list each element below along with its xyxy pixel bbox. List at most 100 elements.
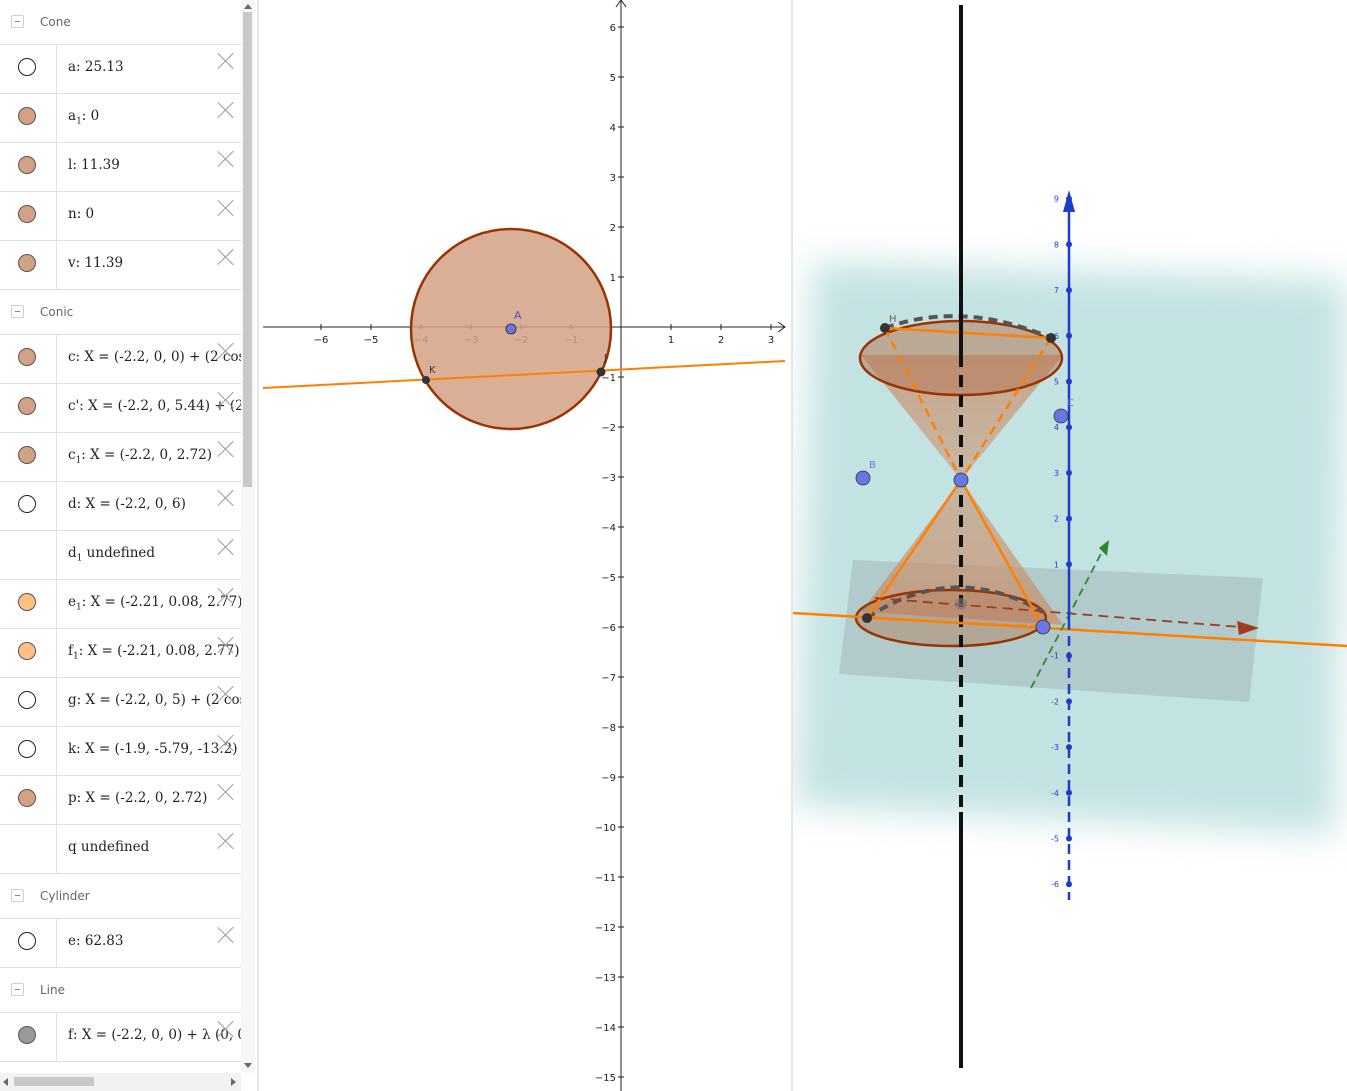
delete-icon[interactable] — [216, 149, 236, 169]
algebra-row-d[interactable]: d: X = (-2.2, 0, 6) — [0, 481, 241, 531]
visibility-toggle-icon[interactable] — [18, 932, 36, 950]
marble-cell — [0, 628, 57, 677]
row-label-name: e — [68, 594, 76, 610]
point-corner-right[interactable] — [1046, 333, 1056, 343]
delete-icon[interactable] — [216, 684, 236, 704]
visibility-toggle-icon[interactable] — [18, 495, 36, 513]
scroll-right-icon[interactable] — [231, 1078, 236, 1086]
algebra-row-c[interactable]: c: X = (-2.2, 0, 0) + (2 cos(t — [0, 334, 241, 384]
delete-icon[interactable] — [216, 782, 236, 802]
scrollbar-thumb[interactable] — [14, 1077, 94, 1086]
visibility-toggle-icon[interactable] — [18, 740, 36, 758]
algebra-row-a1[interactable]: a1: 0 — [0, 93, 241, 143]
visibility-toggle-icon[interactable] — [18, 593, 36, 611]
graphics-view-2d[interactable]: −6−5−4−3−2−1123 654321−1−2−3−4−5−6−7−8−9… — [262, 0, 791, 1091]
delete-icon[interactable] — [216, 247, 236, 267]
scrollbar-thumb[interactable] — [243, 12, 252, 487]
visibility-toggle-icon[interactable] — [18, 254, 36, 272]
algebra-row-c1[interactable]: c1: X = (-2.2, 0, 2.72) — [0, 432, 241, 482]
marble-cell — [0, 432, 57, 481]
visibility-toggle-icon[interactable] — [18, 107, 36, 125]
visibility-toggle-icon[interactable] — [18, 156, 36, 174]
algebra-row-g[interactable]: g: X = (-2.2, 0, 5) + (2 cos( — [0, 677, 241, 727]
algebra-horizontal-scrollbar[interactable] — [0, 1073, 241, 1091]
visibility-toggle-icon[interactable] — [18, 205, 36, 223]
point-k[interactable] — [422, 376, 430, 384]
collapse-icon[interactable] — [11, 15, 24, 28]
algebra-vertical-scrollbar[interactable] — [241, 0, 255, 1073]
point-c-label: C — [1067, 398, 1074, 409]
algebra-row-c-prime[interactable]: c': X = (-2.2, 0, 5.44) + (2 c — [0, 383, 241, 433]
scroll-left-icon[interactable] — [3, 1078, 8, 1086]
group-header-cylinder[interactable]: Cylinder — [0, 874, 241, 919]
z-tick-label: 9 — [1054, 195, 1059, 204]
algebra-row-v[interactable]: v: 11.39 — [0, 240, 241, 290]
scroll-down-icon[interactable] — [244, 1063, 252, 1068]
algebra-row-a[interactable]: a: 25.13 — [0, 44, 241, 94]
delete-icon[interactable] — [216, 439, 236, 459]
algebra-row-d1[interactable]: d1 undefined — [0, 530, 241, 580]
group-header-conic[interactable]: Conic — [0, 290, 241, 335]
z-tick-label: -3 — [1051, 743, 1059, 752]
delete-icon[interactable] — [216, 341, 236, 361]
y-tick-label: 2 — [610, 223, 616, 234]
delete-icon[interactable] — [216, 198, 236, 218]
z-tick-mark — [1066, 424, 1072, 431]
algebra-row-e[interactable]: e: 62.83 — [0, 918, 241, 968]
visibility-toggle-icon[interactable] — [18, 1026, 36, 1044]
visibility-toggle-icon[interactable] — [18, 642, 36, 660]
delete-icon[interactable] — [216, 925, 236, 945]
point-h-label: H — [889, 314, 897, 325]
collapse-icon[interactable] — [11, 983, 24, 996]
visibility-toggle-icon[interactable] — [18, 348, 36, 366]
algebra-row-l[interactable]: l: 11.39 — [0, 142, 241, 192]
delete-icon[interactable] — [216, 635, 236, 655]
delete-icon[interactable] — [216, 1019, 236, 1039]
z-tick-label: 3 — [1054, 469, 1059, 478]
point-c[interactable] — [1053, 408, 1069, 424]
point-lower-left[interactable] — [862, 613, 872, 623]
point-center-lower[interactable] — [955, 598, 967, 610]
delete-icon[interactable] — [216, 488, 236, 508]
collapse-icon[interactable] — [11, 305, 24, 318]
y-tick-label: −13 — [595, 973, 616, 984]
marble-cell — [0, 240, 57, 289]
algebra-row-k[interactable]: k: X = (-1.9, -5.79, -13.2) + — [0, 726, 241, 776]
algebra-row-f1[interactable]: f1: X = (-2.21, 0.08, 2.77) + — [0, 628, 241, 678]
delete-icon[interactable] — [216, 100, 236, 120]
x-tick-label: −6 — [314, 335, 329, 346]
delete-icon[interactable] — [216, 733, 236, 753]
algebra-row-n[interactable]: n: 0 — [0, 191, 241, 241]
marble-cell — [0, 530, 57, 579]
z-tick-mark — [1066, 332, 1072, 339]
point-a[interactable] — [505, 323, 517, 335]
z-tick-mark — [1066, 515, 1072, 522]
scroll-up-icon[interactable] — [244, 4, 252, 9]
group-header-line[interactable]: Line — [0, 968, 241, 1013]
visibility-toggle-icon[interactable] — [18, 789, 36, 807]
group-header-cone[interactable]: Cone — [0, 0, 241, 45]
visibility-toggle-icon[interactable] — [18, 397, 36, 415]
graphics-view-3d[interactable]: 9 8 7 6 5 4 3 2 1 -1 -2 -3 -4 -5 -6 H B C — [792, 0, 1347, 1091]
y-tick-label: −4 — [601, 523, 616, 534]
delete-icon[interactable] — [216, 537, 236, 557]
visibility-toggle-icon[interactable] — [18, 58, 36, 76]
visibility-toggle-icon[interactable] — [18, 446, 36, 464]
marble-cell — [0, 481, 57, 530]
algebra-row-f[interactable]: f: X = (-2.2, 0, 0) + λ (0, 0, — [0, 1012, 241, 1062]
point-b[interactable] — [855, 470, 871, 486]
delete-icon[interactable] — [216, 390, 236, 410]
view-divider[interactable] — [257, 0, 259, 1091]
point-j[interactable] — [596, 367, 606, 377]
point-apex[interactable] — [953, 472, 969, 488]
collapse-icon[interactable] — [11, 889, 24, 902]
delete-icon[interactable] — [216, 586, 236, 606]
algebra-row-q[interactable]: q undefined — [0, 824, 241, 874]
visibility-toggle-icon[interactable] — [18, 691, 36, 709]
delete-icon[interactable] — [216, 831, 236, 851]
delete-icon[interactable] — [216, 51, 236, 71]
algebra-row-e1[interactable]: e1: X = (-2.21, 0.08, 2.77) + — [0, 579, 241, 629]
z-tick-label: -2 — [1051, 697, 1059, 706]
point-lower-right[interactable] — [1035, 619, 1051, 635]
algebra-row-p[interactable]: p: X = (-2.2, 0, 2.72) — [0, 775, 241, 825]
